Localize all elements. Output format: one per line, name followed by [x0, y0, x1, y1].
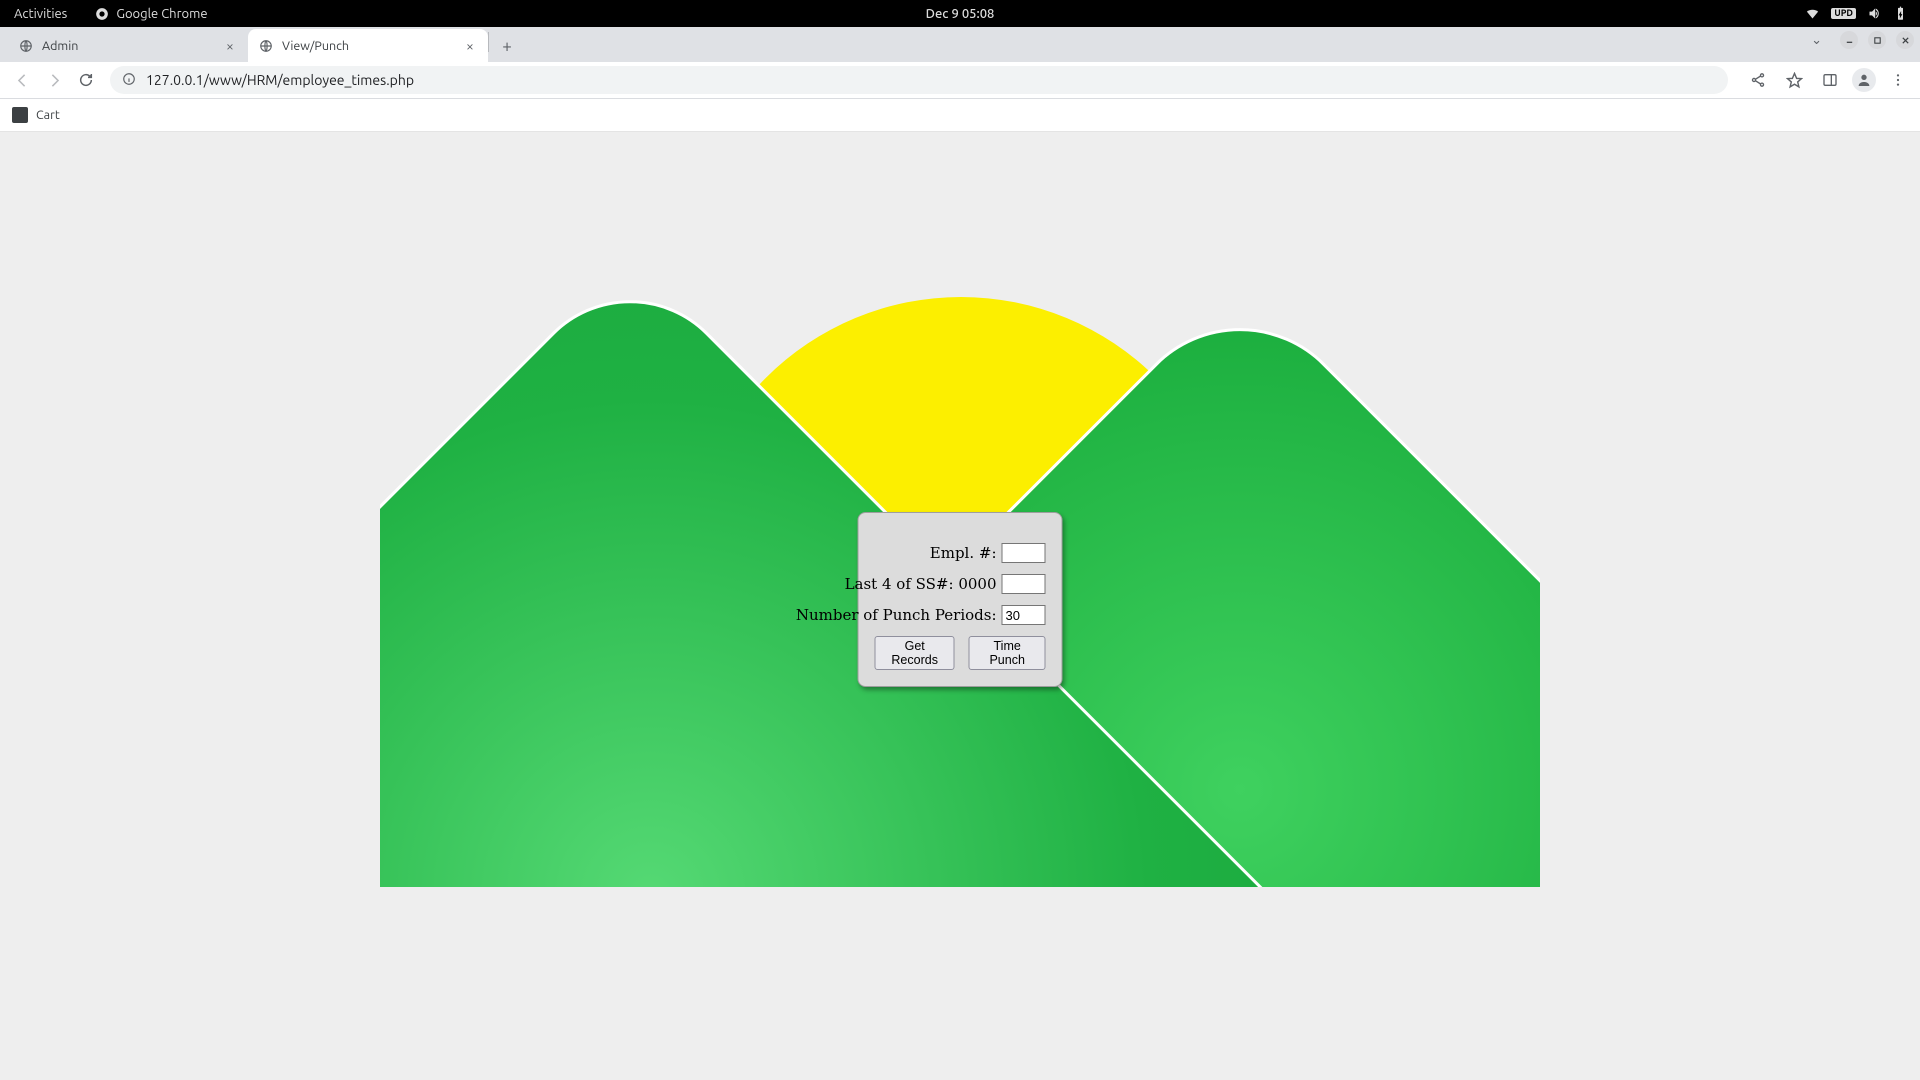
gnome-status-area[interactable]: UPD: [1805, 6, 1920, 21]
window-maximize-button[interactable]: [1868, 31, 1886, 49]
forward-button[interactable]: [40, 66, 68, 94]
reload-button[interactable]: [72, 66, 100, 94]
empl-number-label: Empl. #:: [930, 544, 997, 562]
chrome-window: Admin × View/Punch × + ⌄: [0, 27, 1920, 1080]
ssn-label: Last 4 of SS#: 0000: [845, 575, 997, 593]
side-panel-icon[interactable]: [1816, 66, 1844, 94]
site-info-icon[interactable]: [122, 72, 136, 89]
window-controls: ⌄: [1811, 31, 1914, 49]
kebab-menu-icon[interactable]: [1884, 66, 1912, 94]
gnome-top-bar: Activities Google Chrome Dec 9 05:08 UPD: [0, 0, 1920, 27]
tab-view-punch[interactable]: View/Punch ×: [248, 29, 488, 62]
update-badge: UPD: [1831, 8, 1856, 19]
punch-periods-label: Number of Punch Periods:: [796, 606, 997, 624]
activities-label: Activities: [14, 7, 67, 21]
address-bar[interactable]: 127.0.0.1/www/HRM/employee_times.php: [110, 66, 1728, 94]
share-icon[interactable]: [1744, 66, 1772, 94]
wifi-icon: [1805, 6, 1820, 21]
tab-admin[interactable]: Admin ×: [8, 29, 248, 62]
profile-avatar[interactable]: [1852, 68, 1876, 92]
globe-icon: [258, 38, 274, 54]
folder-icon: [12, 107, 28, 123]
volume-icon: [1867, 6, 1882, 21]
new-tab-button[interactable]: +: [493, 32, 521, 60]
back-button[interactable]: [8, 66, 36, 94]
active-app-label: Google Chrome: [116, 7, 207, 21]
empl-number-input[interactable]: [1002, 543, 1046, 563]
battery-icon: [1893, 6, 1908, 21]
window-minimize-button[interactable]: [1840, 31, 1858, 49]
get-records-button[interactable]: Get Records: [875, 636, 955, 670]
chevron-down-icon[interactable]: ⌄: [1811, 33, 1822, 48]
page-viewport: Empl. #: Last 4 of SS#: 0000 Number of P…: [0, 132, 1920, 1080]
bookmark-star-icon[interactable]: [1780, 66, 1808, 94]
tab-separator: [488, 32, 489, 52]
activities-button[interactable]: Activities: [0, 0, 81, 27]
tab-strip: Admin × View/Punch × + ⌄: [0, 27, 1920, 62]
time-punch-button[interactable]: Time Punch: [969, 636, 1046, 670]
window-close-button[interactable]: [1896, 31, 1914, 49]
active-app-indicator[interactable]: Google Chrome: [81, 0, 221, 27]
bookmarks-bar: Cart: [0, 99, 1920, 132]
browser-toolbar: 127.0.0.1/www/HRM/employee_times.php: [0, 62, 1920, 99]
bookmark-cart[interactable]: Cart: [12, 107, 60, 123]
url-text: 127.0.0.1/www/HRM/employee_times.php: [146, 72, 414, 88]
gnome-clock[interactable]: Dec 9 05:08: [926, 7, 995, 21]
close-icon[interactable]: ×: [222, 38, 238, 54]
close-icon[interactable]: ×: [462, 38, 478, 54]
tab-title: View/Punch: [282, 39, 454, 53]
globe-icon: [18, 38, 34, 54]
bookmark-label: Cart: [36, 108, 60, 122]
ssn-input[interactable]: [1002, 574, 1046, 594]
chrome-icon: [95, 7, 109, 21]
punch-periods-input[interactable]: [1002, 605, 1046, 625]
tab-title: Admin: [42, 39, 214, 53]
time-punch-form: Empl. #: Last 4 of SS#: 0000 Number of P…: [858, 512, 1063, 687]
